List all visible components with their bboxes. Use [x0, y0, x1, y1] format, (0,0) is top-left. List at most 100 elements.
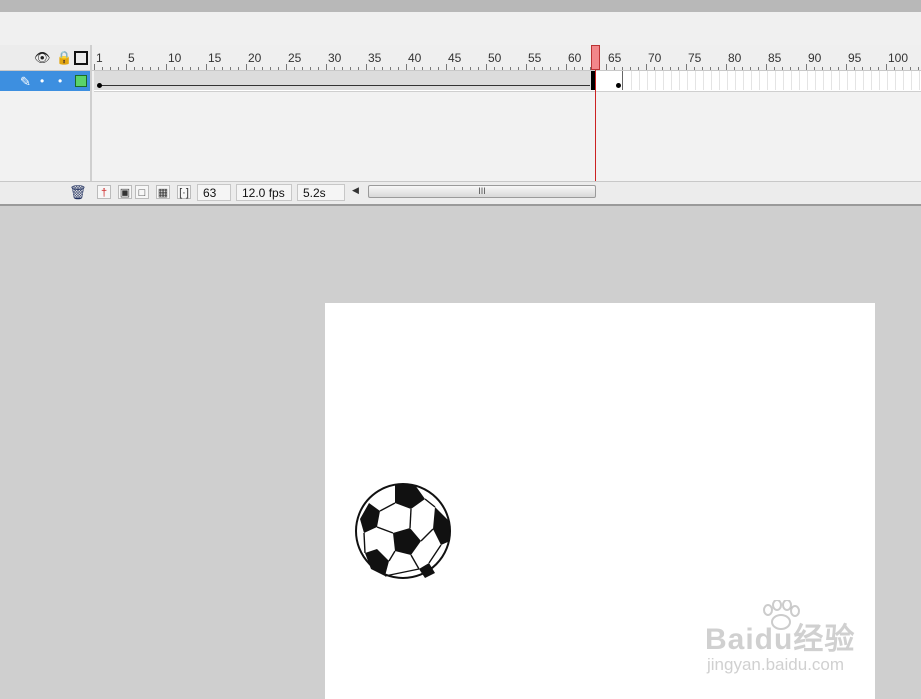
center-frame-icon[interactable]: †: [97, 185, 111, 199]
lock-icon[interactable]: 🔒: [56, 50, 72, 65]
current-frame-field: 63: [197, 184, 231, 201]
frame-span-tail[interactable]: [596, 71, 623, 90]
ruler-label: 5: [128, 51, 135, 65]
ruler-tick: [166, 64, 167, 70]
ruler-tick: [342, 67, 343, 70]
ruler-tick: [646, 64, 647, 70]
modify-onion-markers-icon[interactable]: [·]: [177, 185, 191, 199]
ruler-tick: [518, 67, 519, 70]
onion-skin-icon[interactable]: ▣: [118, 185, 132, 199]
ruler-tick: [702, 67, 703, 70]
onion-skin-outlines-icon[interactable]: □: [135, 185, 149, 199]
ruler-tick: [398, 67, 399, 70]
layer-row[interactable]: ✎ • •: [0, 71, 90, 91]
ruler-tick: [542, 67, 543, 70]
ruler-tick: [910, 67, 911, 70]
ruler-tick: [830, 67, 831, 70]
ruler-label: 55: [528, 51, 542, 65]
ruler-tick: [550, 67, 551, 70]
ruler-tick: [582, 67, 583, 70]
motion-tween-span[interactable]: [94, 71, 597, 90]
ruler-tick: [142, 67, 143, 70]
ruler-tick: [614, 67, 615, 70]
frame-rate-field[interactable]: 12.0 fps: [236, 184, 292, 201]
panel-divider[interactable]: [90, 45, 92, 185]
ruler-tick: [782, 67, 783, 70]
ruler-tick: [862, 67, 863, 70]
ruler-tick: [406, 64, 407, 70]
ruler-tick: [438, 67, 439, 70]
ruler-tick: [110, 67, 111, 70]
ruler-tick: [374, 67, 375, 70]
ruler-tick: [230, 67, 231, 70]
pencil-icon: ✎: [20, 74, 31, 89]
ruler-tick: [726, 64, 727, 70]
start-keyframe[interactable]: [97, 83, 102, 88]
ruler-tick: [894, 67, 895, 70]
ruler-tick: [102, 67, 103, 70]
ruler-tick: [126, 64, 127, 70]
soccer-ball-symbol[interactable]: [353, 481, 453, 581]
ruler-label: 20: [248, 51, 262, 65]
ruler-tick: [358, 67, 359, 70]
layer-panel-header: 👁 🔒: [0, 45, 90, 71]
ruler-tick: [606, 64, 607, 70]
playhead-handle[interactable]: [591, 45, 600, 70]
visibility-dot-icon[interactable]: •: [40, 74, 44, 88]
ruler-tick: [158, 67, 159, 70]
ruler-label: 10: [168, 51, 182, 65]
ruler-label: 30: [328, 51, 342, 65]
ruler-tick: [462, 67, 463, 70]
ruler-label: 35: [368, 51, 382, 65]
ruler-tick: [806, 64, 807, 70]
edit-multiple-frames-icon[interactable]: ▦: [156, 185, 170, 199]
ruler-tick: [630, 67, 631, 70]
ruler-label: 50: [488, 51, 502, 65]
lock-dot-icon[interactable]: •: [58, 74, 62, 88]
ruler-tick: [270, 67, 271, 70]
tween-arrow-line: [100, 85, 590, 86]
ruler-tick: [382, 67, 383, 70]
ruler-tick: [846, 64, 847, 70]
eye-icon[interactable]: 👁: [34, 50, 51, 65]
ruler-tick: [446, 64, 447, 70]
tail-keyframe[interactable]: [616, 83, 621, 88]
ruler-tick: [222, 67, 223, 70]
ruler-label: 85: [768, 51, 782, 65]
watermark-logo-text: Baidu经验: [705, 623, 856, 656]
ruler-label: 25: [288, 51, 302, 65]
frame-ruler[interactable]: 1 5 10 15 20 25 30 35 40 45 50 55 60 65 70 75 80 85 90 95 10…: [92, 45, 921, 71]
ruler-tick: [734, 67, 735, 70]
ruler-label: 75: [688, 51, 702, 65]
ruler-label: 70: [648, 51, 662, 65]
outline-color-box[interactable]: [75, 75, 87, 87]
ruler-tick: [174, 67, 175, 70]
ruler-label: 90: [808, 51, 822, 65]
ruler-label: 80: [728, 51, 742, 65]
window-top-strip: [0, 0, 921, 12]
frame-track[interactable]: [94, 71, 921, 92]
ruler-label: 40: [408, 51, 422, 65]
ruler-tick: [478, 67, 479, 70]
outline-icon[interactable]: [74, 51, 88, 65]
ruler-tick: [814, 67, 815, 70]
ruler-tick: [182, 67, 183, 70]
delete-layer-icon[interactable]: 🗑: [69, 184, 87, 201]
horizontal-scroll-thumb[interactable]: III: [368, 185, 596, 198]
ruler-tick: [334, 67, 335, 70]
ruler-tick: [198, 67, 199, 70]
ruler-tick: [454, 67, 455, 70]
empty-frames[interactable]: [624, 71, 921, 90]
ruler-tick: [686, 64, 687, 70]
ruler-tick: [278, 67, 279, 70]
ruler-tick: [390, 67, 391, 70]
ruler-tick: [510, 67, 511, 70]
timeline-panel: 👁 🔒 1 5 10 15 20 25 30 35 40 45 50 55 60 65 70 75 80 85 90…: [0, 45, 921, 206]
ruler-tick: [150, 67, 151, 70]
ruler-tick: [662, 67, 663, 70]
ruler-tick: [526, 64, 527, 70]
ruler-tick: [742, 67, 743, 70]
scroll-left-arrow-icon[interactable]: ◀: [352, 185, 359, 196]
ruler-tick: [502, 67, 503, 70]
ruler-tick: [414, 67, 415, 70]
